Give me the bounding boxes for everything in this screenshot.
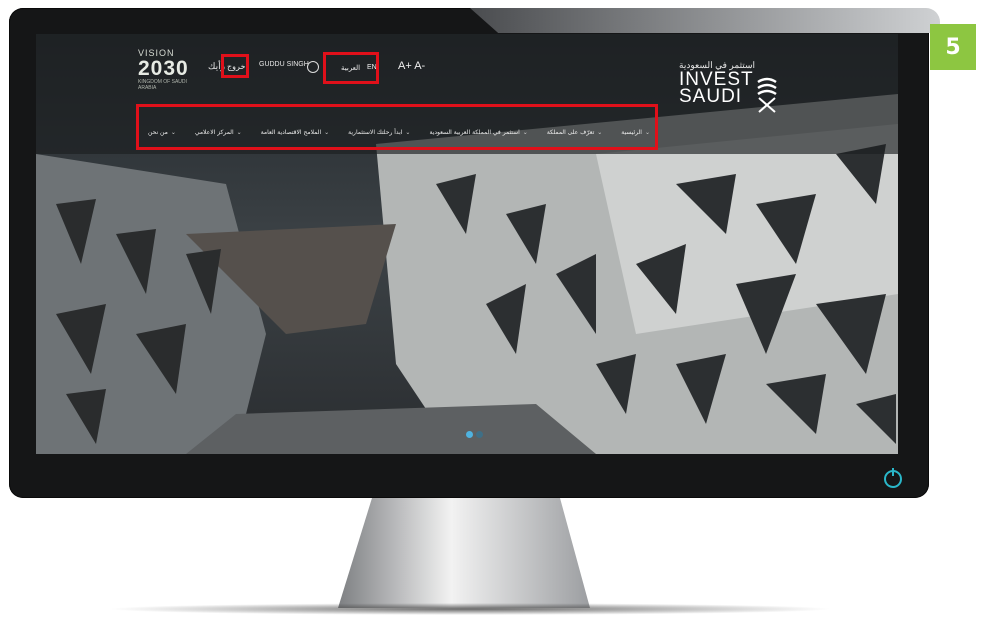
screen: VISION 2030 KINGDOM OF SAUDI ARABIA رأيك… bbox=[36, 34, 898, 454]
language-highlight bbox=[323, 52, 379, 84]
font-size-controls: A+ A- bbox=[398, 60, 425, 72]
carousel-dot-2[interactable] bbox=[476, 431, 483, 438]
logout-highlight bbox=[221, 54, 249, 78]
font-decrease-button[interactable]: A- bbox=[414, 60, 425, 72]
user-name[interactable]: GUDDU SINGH bbox=[259, 61, 309, 68]
carousel-indicators bbox=[466, 431, 483, 438]
palm-swords-icon bbox=[757, 77, 777, 113]
nav-highlight bbox=[136, 104, 658, 150]
vision-subtitle: KINGDOM OF SAUDI ARABIA bbox=[138, 79, 187, 91]
vision-year: 2030 bbox=[138, 57, 189, 80]
power-button-icon[interactable] bbox=[884, 468, 902, 488]
font-increase-button[interactable]: A+ bbox=[398, 60, 412, 72]
carousel-dot-1[interactable] bbox=[466, 431, 473, 438]
step-badge: 5 bbox=[930, 24, 976, 70]
vision-2030-logo[interactable]: VISION 2030 KINGDOM OF SAUDI ARABIA bbox=[138, 48, 188, 91]
user-icon[interactable] bbox=[307, 61, 319, 73]
